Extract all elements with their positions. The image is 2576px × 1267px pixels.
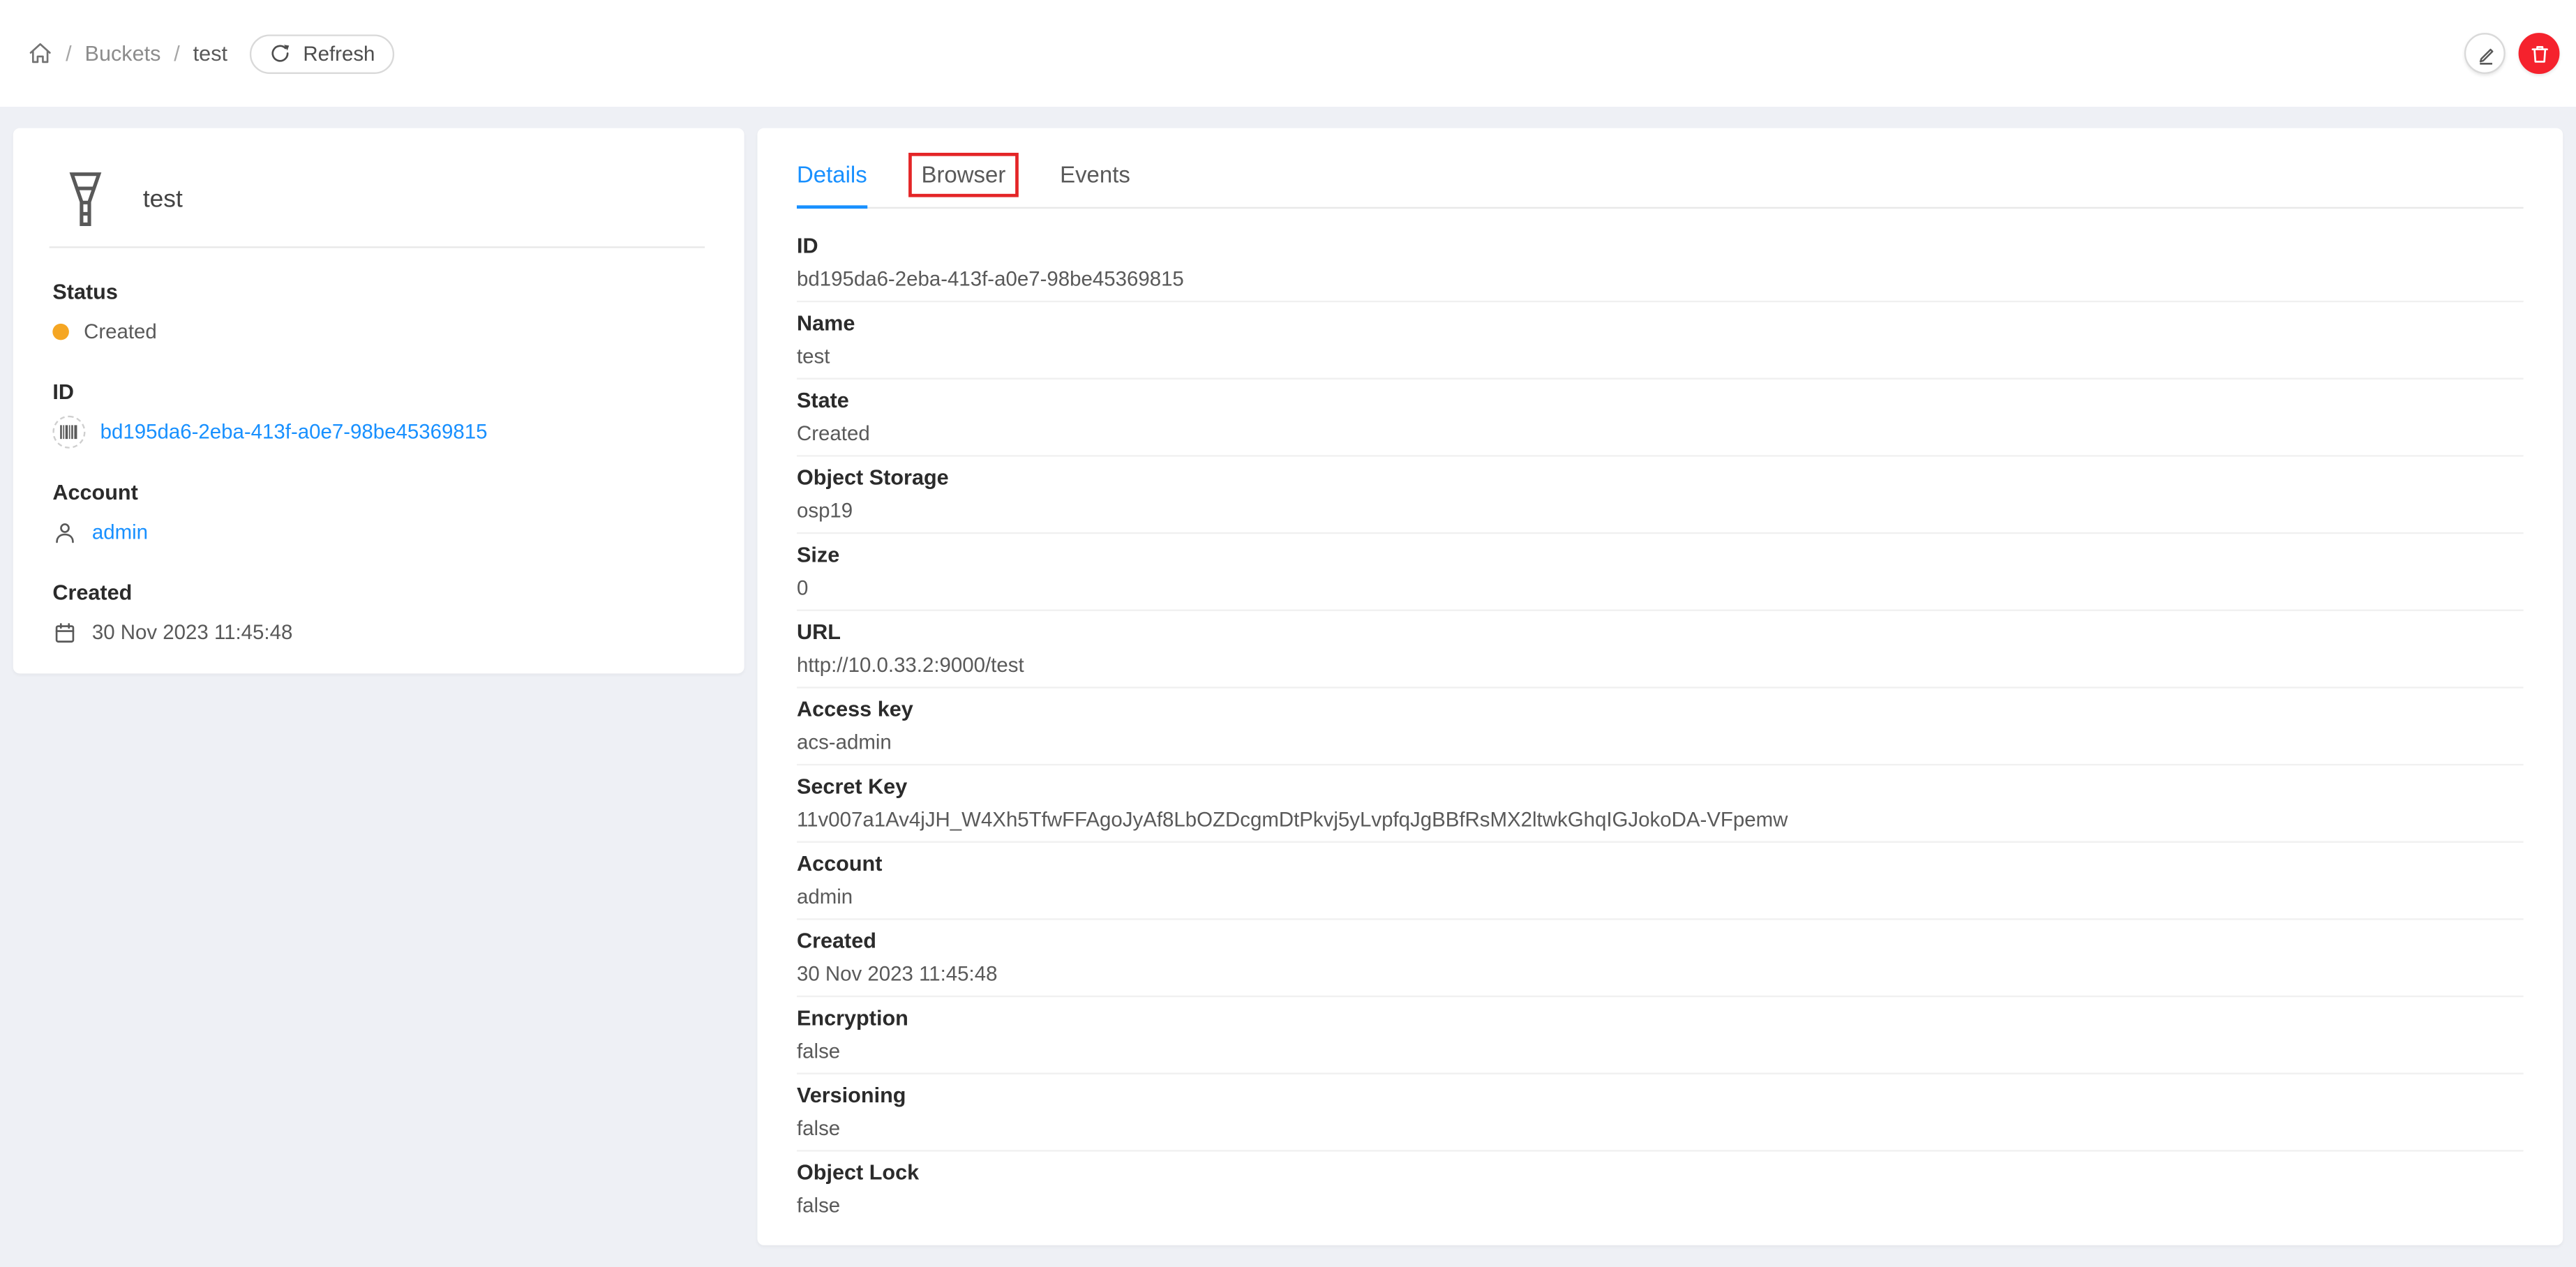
detail-item-encryption: Encryption false xyxy=(796,997,2524,1074)
card-divider xyxy=(49,246,705,248)
detail-item-object-storage: Object Storage osp19 xyxy=(796,457,2524,534)
refresh-button[interactable]: Refresh xyxy=(250,33,395,73)
tab-details[interactable]: Details xyxy=(796,161,867,209)
card-field-value-created: 30 Nov 2023 11:45:48 xyxy=(91,621,293,645)
edit-icon xyxy=(2473,42,2496,65)
detail-panel: Details Browser Events ID bd195da6-2eba-… xyxy=(757,128,2563,1245)
breadcrumb-separator: / xyxy=(66,40,72,66)
status-dot-icon xyxy=(52,323,69,340)
detail-item-access-key: Access key acs-admin xyxy=(796,689,2524,766)
breadcrumb-item-buckets[interactable]: Buckets xyxy=(85,41,161,66)
app-screen: / Buckets / test Refresh test Status Cre… xyxy=(0,0,2576,1267)
detail-item-state: State Created xyxy=(796,380,2524,457)
breadcrumb: / Buckets / test Refresh xyxy=(28,33,395,73)
breadcrumb-item-current: test xyxy=(193,40,228,66)
detail-item-secret-key: Secret Key 11v007a1Av4jJH_W4Xh5TfwFFAgoJ… xyxy=(796,765,2524,843)
detail-item-url: URL http://10.0.33.2:9000/test xyxy=(796,611,2524,689)
tab-bar: Details Browser Events xyxy=(796,128,2524,209)
card-field-created: Created 30 Nov 2023 11:45:48 xyxy=(52,580,705,649)
card-field-account: Account admin xyxy=(52,480,705,549)
detail-list: ID bd195da6-2eba-413f-a0e7-98be45369815 … xyxy=(796,225,2524,1227)
user-icon xyxy=(52,520,77,544)
content-area: test Status Created ID bd195da6-2eba-413… xyxy=(0,107,2576,1245)
card-field-id: ID bd195da6-2eba-413f-a0e7-98be45369815 xyxy=(52,380,705,449)
card-field-value-id[interactable]: bd195da6-2eba-413f-a0e7-98be45369815 xyxy=(100,419,488,445)
detail-item-account: Account admin xyxy=(796,843,2524,920)
breadcrumb-separator: / xyxy=(174,40,180,66)
detail-item-versioning: Versioning false xyxy=(796,1074,2524,1152)
resource-title: test xyxy=(142,184,183,213)
header-actions xyxy=(2464,33,2560,74)
annotation-box: Browser xyxy=(908,152,1019,197)
detail-item-id: ID bd195da6-2eba-413f-a0e7-98be45369815 xyxy=(796,225,2524,303)
resource-card-fields: Status Created ID bd195da6-2eba-413f-a0e… xyxy=(52,279,705,649)
reload-icon xyxy=(270,43,292,64)
page-header: / Buckets / test Refresh xyxy=(0,0,2576,107)
tab-events[interactable]: Events xyxy=(1060,161,1130,207)
detail-item-created: Created 30 Nov 2023 11:45:48 xyxy=(796,920,2524,998)
detail-item-size: Size 0 xyxy=(796,534,2524,611)
detail-item-object-lock: Object Lock false xyxy=(796,1160,920,1217)
home-icon[interactable] xyxy=(28,41,52,66)
card-field-value-status: Created xyxy=(84,320,157,344)
resource-card: test Status Created ID bd195da6-2eba-413… xyxy=(13,128,744,674)
barcode-icon xyxy=(52,415,86,449)
resource-card-header: test xyxy=(52,151,705,247)
tab-browser[interactable]: Browser xyxy=(908,152,1019,207)
bucket-icon xyxy=(69,170,102,227)
detail-item-name: Name test xyxy=(796,302,2524,380)
trash-icon xyxy=(2528,42,2551,65)
card-field-value-account[interactable]: admin xyxy=(92,519,148,546)
edit-button[interactable] xyxy=(2464,33,2506,74)
refresh-label: Refresh xyxy=(303,42,375,66)
card-field-status: Status Created xyxy=(52,279,705,348)
calendar-icon xyxy=(52,620,77,645)
delete-button[interactable] xyxy=(2518,33,2560,74)
